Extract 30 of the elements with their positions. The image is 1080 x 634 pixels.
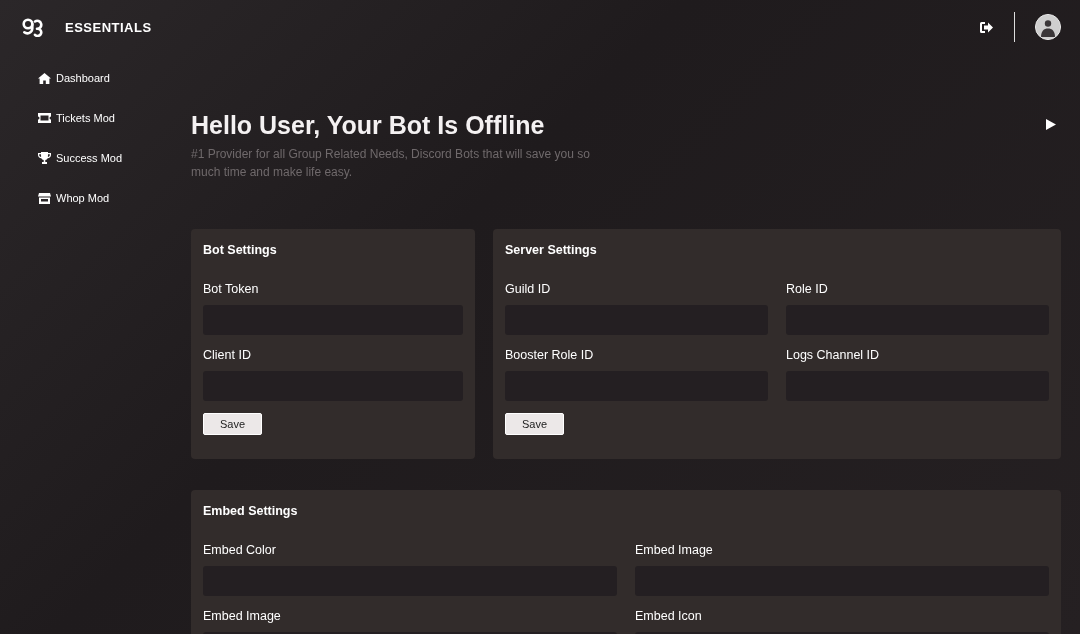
field-label: Embed Image (635, 543, 714, 557)
store-icon (38, 192, 51, 204)
page-heading: Hello User, Your Bot Is Offline (191, 110, 546, 140)
trophy-icon (38, 152, 51, 164)
field-label: Embed Image (203, 609, 282, 623)
avatar-icon[interactable] (1035, 14, 1061, 40)
sidebar-item[interactable]: Success Mod (38, 149, 191, 167)
field-label: Client ID (203, 348, 252, 362)
field-label: Booster Role ID (505, 348, 595, 362)
sidebar-item[interactable]: Dashboard (38, 69, 191, 87)
play-icon[interactable] (1046, 119, 1056, 130)
card-title: Embed Settings (203, 504, 299, 518)
save-button[interactable]: Save (203, 413, 262, 435)
field-label: Bot Token (203, 282, 260, 296)
logo-icon (22, 17, 43, 37)
field-label: Role ID (786, 282, 829, 296)
field-label: Guild ID (505, 282, 552, 296)
save-button[interactable]: Save (505, 413, 564, 435)
logout-icon[interactable] (980, 21, 993, 33)
field-label: Logs Channel ID (786, 348, 881, 362)
home-icon (38, 72, 51, 84)
sidebar-item[interactable]: Tickets Mod (38, 109, 191, 127)
sidebar-item[interactable]: Whop Mod (38, 189, 191, 207)
brand-name: ESSENTIALS (65, 19, 152, 35)
field-label: Embed Color (203, 543, 277, 557)
page-subtitle: #1 Provider for all Group Related Needs, Discord Bots that will save you so much time and make life easy. (191, 146, 591, 181)
field-label: Embed Icon (635, 609, 703, 623)
ticket-icon (38, 113, 51, 123)
card-title: Server Settings (505, 243, 598, 257)
card-title: Bot Settings (203, 243, 278, 257)
